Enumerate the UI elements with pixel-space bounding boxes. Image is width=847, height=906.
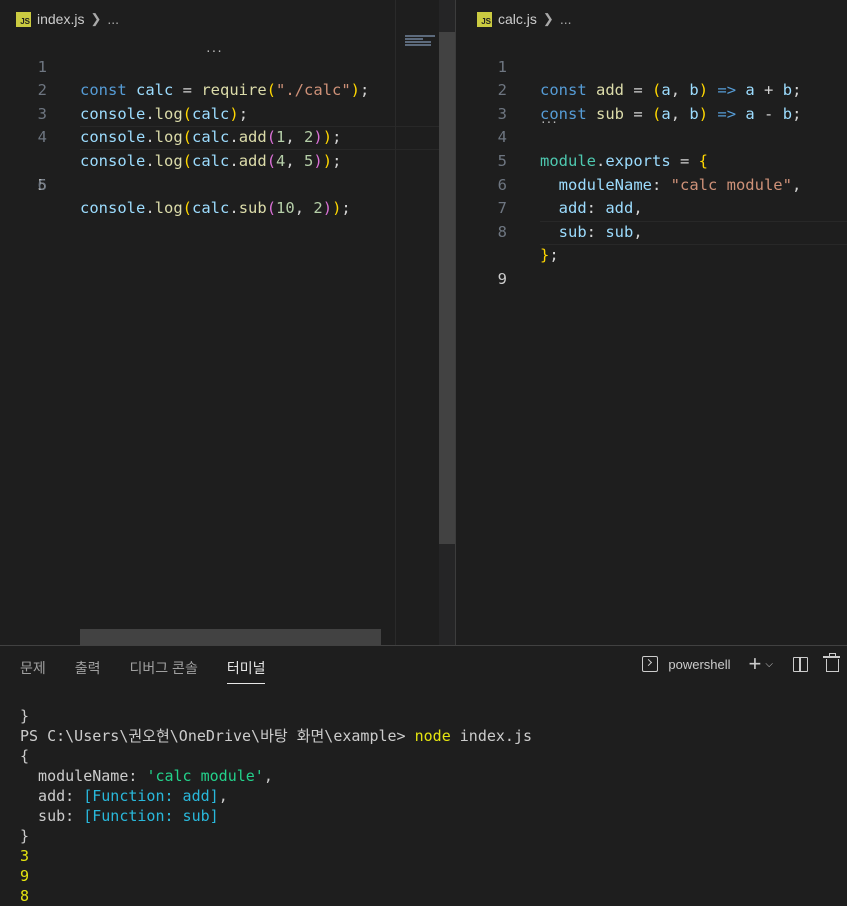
javascript-file-icon: JS [16,11,31,27]
horizontal-scrollbar-thumb[interactable] [80,629,381,645]
editor-pane-calc-js[interactable]: JS calc.js ❯ ... 1 const add = (a, b) =>… [456,0,847,645]
code-line[interactable]: 8 }; [456,197,847,265]
code-line[interactable]: 3 [456,79,847,123]
code-line-current[interactable]: 5 console.log(calc.sub(10, 2)); [0,126,455,217]
minimap[interactable] [395,0,440,645]
terminal-prompt-line: PS C:\Users\권오현\OneDrive\바탕 화면\example> … [20,726,532,746]
line-number: 6 [37,175,47,194]
shell-name[interactable]: powershell [668,657,730,672]
terminal-output-number: 9 [20,867,30,885]
panel-actions: powershell + ⌵ [642,653,840,675]
minimap-row [405,44,431,46]
current-line-highlight [540,220,847,245]
terminal-line: } [20,707,30,725]
tab-output[interactable]: 출력 [75,658,101,684]
code-line[interactable]: 4 console.log(calc.add(4, 5)); [0,103,455,170]
terminal-command-arg: index.js [450,727,533,745]
code-line[interactable]: 1 const add = (a, b) => a + b; [456,32,847,100]
breadcrumb-more[interactable]: ... [107,11,119,27]
terminal-output-number: 8 [20,887,30,905]
chevron-right-icon: ❯ [542,11,554,26]
breadcrumb-file-name[interactable]: index.js [37,11,84,27]
terminal-prompt: PS C:\Users\권오현\OneDrive\바탕 화면\example> [20,727,415,745]
code-line[interactable]: 1 const calc = require("./calc"); ··· [0,32,455,99]
terminal-line: moduleName: 'calc module', [20,767,273,785]
code-text: }; [540,246,559,265]
bottom-panel: 문제 출력 디버그 콘솔 터미널 powershell + ⌵ } PS C:\U… [0,645,847,905]
terminal-icon[interactable] [642,656,659,672]
code-line[interactable]: 7 sub: sub, [456,174,847,241]
code-line[interactable]: 3 console.log(calc.add(1, 2)); [0,79,455,147]
code-line[interactable]: 2 const sub = (a, b) => a - b; [456,56,847,123]
code-line[interactable]: 4 module.exports = { ··· [456,103,847,170]
terminal-output[interactable]: } PS C:\Users\권오현\OneDrive\바탕 화면\example>… [20,706,532,906]
code-area[interactable]: 1 const add = (a, b) => a + b; 2 const s… [456,32,847,288]
breadcrumb[interactable]: JS index.js ❯ ... [16,8,119,30]
terminal-line: add: [Function: add], [20,787,228,805]
vertical-scrollbar-thumb[interactable] [439,32,455,544]
breadcrumb-more[interactable]: ... [560,11,572,27]
code-text: console.log(calc.sub(10, 2)); [80,199,351,218]
chevron-right-icon: ❯ [90,11,102,26]
breadcrumb-file-name[interactable]: calc.js [498,11,537,27]
javascript-file-icon: JS [477,11,492,27]
chevron-down-icon[interactable]: ⌵ [765,659,773,670]
terminal-command: node [414,727,451,745]
code-line[interactable]: 2 console.log(calc); [0,56,455,123]
line-number: 9 [497,269,507,288]
terminal-line: sub: [Function: sub] [20,807,219,825]
code-line[interactable]: 6 add: add, [456,150,847,218]
code-area[interactable]: 1 const calc = require("./calc"); ··· 2 … [0,32,455,217]
minimap-row [405,35,435,37]
terminal-line: { [20,747,30,765]
code-line[interactable]: 6 [0,150,455,194]
new-terminal-plus-icon[interactable]: + [749,653,762,675]
minimap-row [405,38,423,40]
panel-tabs: 문제 출력 디버그 콘솔 터미널 [20,658,294,684]
tab-terminal[interactable]: 터미널 [226,658,266,684]
trash-icon[interactable] [823,653,840,672]
editor-pane-index-js[interactable]: JS index.js ❯ ... 1 const calc = require… [0,0,455,645]
terminal-line: } [20,827,30,845]
tab-problems[interactable]: 문제 [20,658,46,684]
code-line-current[interactable]: 9 [456,220,847,288]
code-line[interactable]: 5 moduleName: "calc module", [456,126,847,194]
terminal-output-number: 3 [20,847,30,865]
minimap-row [405,41,431,43]
breadcrumb[interactable]: JS calc.js ❯ ... [477,8,571,30]
split-terminal-icon[interactable] [793,656,808,672]
tab-debug-console[interactable]: 디버그 콘솔 [130,658,198,684]
